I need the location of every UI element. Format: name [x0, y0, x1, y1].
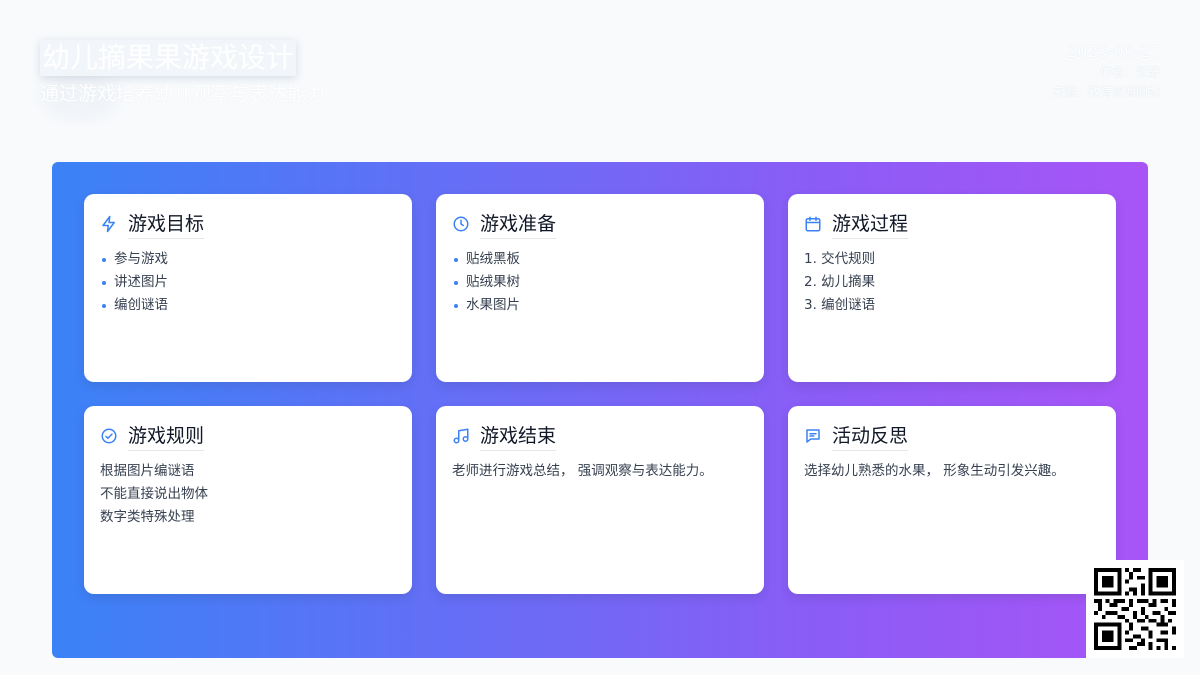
bullet-icon	[102, 280, 106, 285]
list-item: 贴绒黑板	[452, 248, 748, 271]
card-goal: 游戏目标 参与游戏 讲述图片 编创谜语	[84, 194, 412, 382]
meta-author: 作者：张静	[1099, 65, 1160, 79]
list-item: 选择幼儿熟悉的水果， 形象生动引发兴趣。	[804, 463, 1065, 479]
list-item: 老师进行游戏总结， 强调观察与表达能力。	[452, 463, 713, 479]
card-preparation: 游戏准备 贴绒黑板 贴绒果树 水果图片	[436, 194, 764, 382]
music-note-icon	[452, 427, 472, 447]
meta-source: 来源：教育资源网站	[1051, 85, 1160, 99]
meta-date: 2025-05-27	[1067, 42, 1160, 61]
bullet-icon	[454, 280, 458, 285]
page-title: 幼儿摘果果游戏设计	[40, 40, 297, 76]
card-body: 1. 交代规则 2. 幼儿摘果 3. 编创谜语	[804, 248, 1100, 317]
list-item: 数字类特殊处理	[100, 509, 195, 525]
qr-code	[1086, 560, 1184, 658]
card-grid: 游戏目标 参与游戏 讲述图片 编创谜语 游戏准备 贴绒黑板 贴绒果树 水果图片	[84, 194, 1116, 594]
card-body: 老师进行游戏总结， 强调观察与表达能力。	[452, 460, 748, 483]
list-item: 讲述图片	[100, 271, 396, 294]
card-title: 游戏规则	[128, 423, 205, 451]
bullet-icon	[454, 257, 458, 262]
clock-icon	[452, 215, 472, 235]
card-ending: 游戏结束 老师进行游戏总结， 强调观察与表达能力。	[436, 406, 764, 594]
card-reflection: 活动反思 选择幼儿熟悉的水果， 形象生动引发兴趣。	[788, 406, 1116, 594]
card-title: 游戏过程	[832, 211, 909, 239]
list-item: 贴绒果树	[452, 271, 748, 294]
card-title: 游戏结束	[480, 423, 557, 451]
bullet-icon	[102, 257, 106, 262]
card-rules: 游戏规则 根据图片编谜语 不能直接说出物体 数字类特殊处理	[84, 406, 412, 594]
list-item: 不能直接说出物体	[100, 486, 208, 502]
list-item: 1. 交代规则	[804, 251, 876, 267]
check-circle-icon	[100, 427, 120, 447]
list-item: 水果图片	[452, 294, 748, 317]
list-item: 根据图片编谜语	[100, 463, 195, 479]
list-item: 参与游戏	[100, 248, 396, 271]
list-item: 2. 幼儿摘果	[804, 274, 876, 290]
card-body: 参与游戏 讲述图片 编创谜语	[100, 248, 396, 317]
card-title: 游戏目标	[128, 211, 205, 239]
card-title: 游戏准备	[480, 211, 557, 239]
content-panel: 游戏目标 参与游戏 讲述图片 编创谜语 游戏准备 贴绒黑板 贴绒果树 水果图片	[52, 162, 1148, 658]
message-icon	[804, 427, 824, 447]
list-item: 3. 编创谜语	[804, 297, 876, 313]
list-item: 编创谜语	[100, 294, 396, 317]
meta-info: 2025-05-27 作者：张静 来源：教育资源网站	[1052, 42, 1160, 102]
bullet-icon	[454, 303, 458, 308]
card-body: 根据图片编谜语 不能直接说出物体 数字类特殊处理	[100, 460, 396, 529]
calendar-icon	[804, 215, 824, 235]
qr-code-icon	[1094, 568, 1176, 650]
card-body: 贴绒黑板 贴绒果树 水果图片	[452, 248, 748, 317]
card-process: 游戏过程 1. 交代规则 2. 幼儿摘果 3. 编创谜语	[788, 194, 1116, 382]
lightning-icon	[100, 215, 120, 235]
card-body: 选择幼儿熟悉的水果， 形象生动引发兴趣。	[804, 460, 1100, 483]
page-subtitle: 通过游戏培养幼儿观察与表达能力	[40, 83, 326, 105]
bullet-icon	[102, 303, 106, 308]
card-title: 活动反思	[832, 423, 909, 451]
